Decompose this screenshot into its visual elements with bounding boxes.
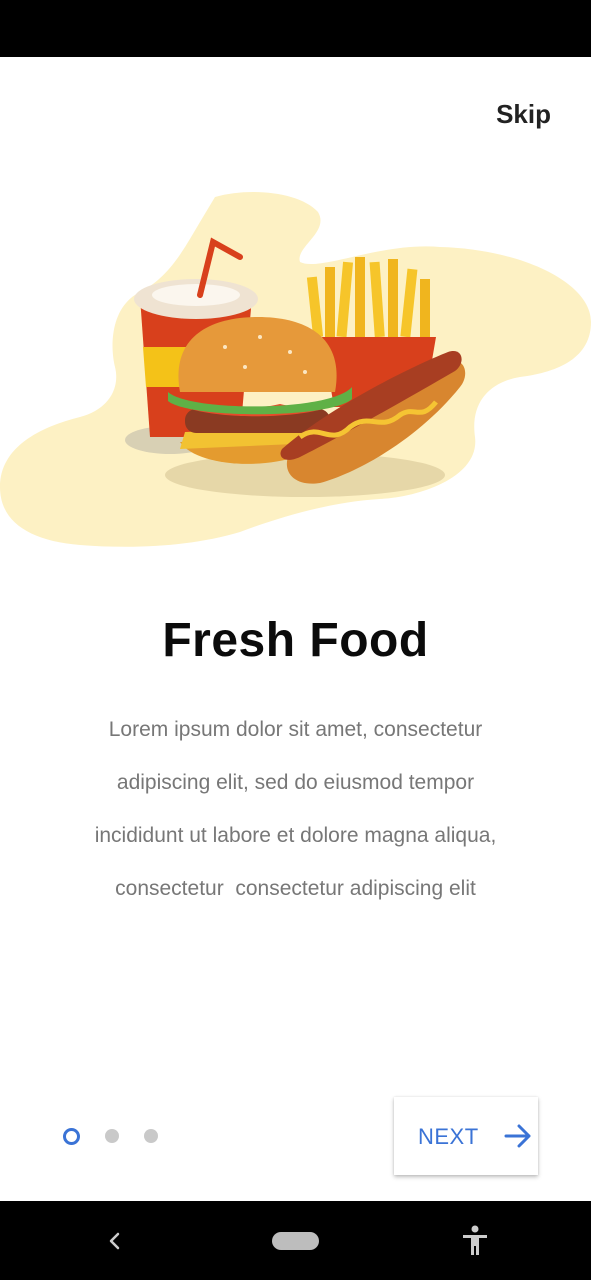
home-pill-icon[interactable]: [272, 1232, 319, 1250]
back-chevron-icon[interactable]: [104, 1229, 124, 1253]
arrow-right-icon: [504, 1124, 531, 1148]
page-dot-active[interactable]: [63, 1128, 80, 1145]
description-line: consectetur consectetur adipiscing elit: [115, 877, 476, 900]
description-line: incididunt ut labore et dolore magna ali…: [94, 824, 497, 847]
page-dot[interactable]: [105, 1129, 119, 1143]
skip-button[interactable]: Skip: [496, 99, 551, 130]
next-label: NEXT: [418, 1124, 479, 1149]
onboarding-screen: Skip Fresh Food Lorem ipsum dolor sit am…: [0, 57, 591, 1201]
page-dot[interactable]: [144, 1129, 158, 1143]
description-line: adipiscing elit, sed do eiusmod tempor: [116, 771, 475, 794]
fast-food-illustration: [0, 192, 591, 547]
accessibility-icon[interactable]: [461, 1225, 489, 1257]
description-text: Lorem ipsum dolor sit amet, consectetur …: [40, 703, 551, 915]
next-button[interactable]: NEXT: [394, 1097, 538, 1175]
page-title: Fresh Food: [162, 614, 429, 667]
description-line: Lorem ipsum dolor sit amet, consectetur: [108, 718, 483, 741]
status-bar: [0, 0, 591, 57]
navigation-bar: [0, 1201, 591, 1280]
